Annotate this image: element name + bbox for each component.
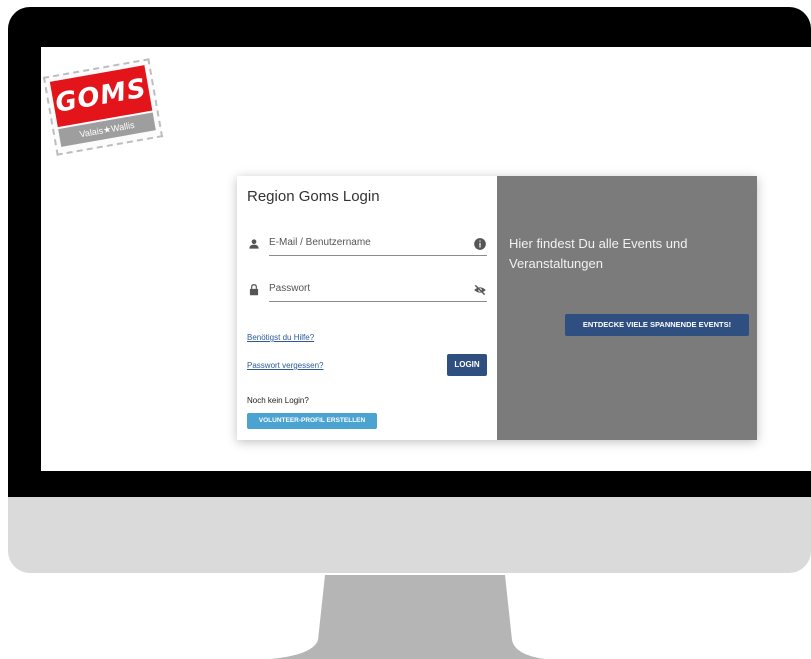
lock-icon <box>249 284 259 296</box>
promo-text: Hier findest Du alle Events und Veransta… <box>509 236 688 271</box>
no-login-text: Noch kein Login? <box>247 396 309 405</box>
forgot-password-link[interactable]: Passwort vergessen? <box>247 361 323 370</box>
screen: GOMS Valais★Wallis Region Goms Login E-M… <box>41 47 811 471</box>
login-button[interactable]: LOGIN <box>447 354 487 376</box>
info-icon[interactable] <box>473 237 487 251</box>
login-panel: Region Goms Login E-Mail / Benutzername <box>237 176 497 440</box>
email-underline <box>269 255 487 256</box>
email-placeholder: E-Mail / Benutzername <box>269 237 371 248</box>
goms-logo: GOMS Valais★Wallis <box>42 58 164 156</box>
login-title: Region Goms Login <box>247 188 380 205</box>
monitor: GOMS Valais★Wallis Region Goms Login E-M… <box>8 7 811 573</box>
monitor-bezel: GOMS Valais★Wallis Region Goms Login E-M… <box>8 7 811 497</box>
person-icon <box>249 239 259 249</box>
create-volunteer-profile-button[interactable]: VOLUNTEER-PROFIL ERSTELLEN <box>247 413 377 429</box>
help-link[interactable]: Benötigst du Hilfe? <box>247 333 314 342</box>
eye-off-icon[interactable] <box>473 283 487 297</box>
password-field[interactable]: Passwort <box>247 280 487 302</box>
promo-panel: Hier findest Du alle Events und Veransta… <box>497 176 757 440</box>
email-field[interactable]: E-Mail / Benutzername <box>247 234 487 256</box>
password-underline <box>269 301 487 302</box>
login-card: Region Goms Login E-Mail / Benutzername <box>237 176 757 440</box>
password-placeholder: Passwort <box>269 283 311 294</box>
discover-events-button[interactable]: ENTDECKE VIELE SPANNENDE EVENTS! <box>565 314 749 336</box>
